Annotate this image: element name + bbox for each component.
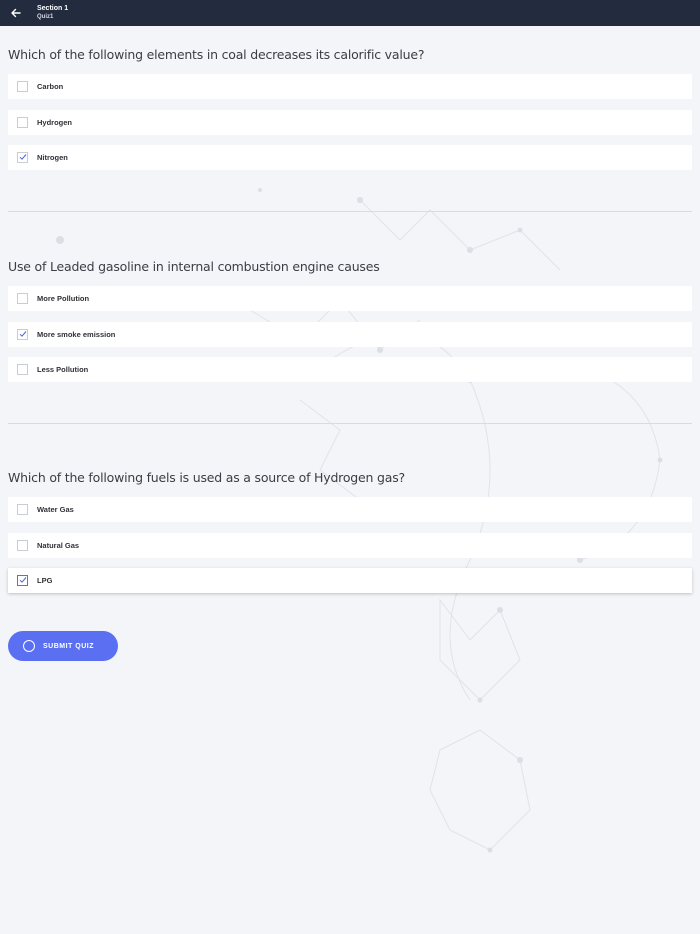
checkbox[interactable] [17, 293, 28, 304]
option-water-gas[interactable]: Water Gas [8, 497, 692, 522]
option-more-smoke-emission[interactable]: More smoke emission [8, 321, 692, 347]
checkbox[interactable] [17, 116, 28, 128]
option-hydrogen[interactable]: Hydrogen [8, 109, 692, 135]
back-button[interactable] [2, 0, 30, 26]
checkmark-icon [19, 577, 27, 583]
checkbox[interactable] [17, 364, 28, 375]
option-label: More smoke emission [37, 329, 116, 339]
option-label: More Pollution [37, 294, 90, 303]
question-text: Which of the following elements in coal … [8, 47, 425, 62]
option-list: More Pollution More smoke emission Less … [8, 286, 692, 382]
option-label: Natural Gas [37, 540, 80, 550]
checkbox-checked[interactable] [17, 152, 28, 163]
option-list: Water Gas Natural Gas LPG [8, 497, 692, 593]
checkbox-checked[interactable] [17, 575, 28, 586]
option-less-pollution[interactable]: Less Pollution [8, 357, 692, 382]
checkbox[interactable] [17, 81, 28, 92]
section-title: Section 1 [37, 5, 69, 12]
option-label: Hydrogen [37, 117, 73, 127]
option-nitrogen[interactable]: Nitrogen [8, 145, 692, 170]
circle-icon [23, 640, 35, 652]
question-text: Use of Leaded gasoline in internal combu… [8, 259, 380, 274]
option-list: Carbon Hydrogen Nitrogen [8, 74, 692, 170]
question-text: Which of the following fuels is used as … [8, 470, 405, 485]
question-2: Use of Leaded gasoline in internal combu… [8, 256, 692, 393]
checkbox[interactable] [17, 539, 28, 551]
app-header: Section 1 Quiz1 [0, 0, 700, 26]
divider [8, 423, 692, 424]
option-lpg[interactable]: LPG [8, 568, 692, 593]
option-more-pollution[interactable]: More Pollution [8, 286, 692, 311]
header-titles: Section 1 Quiz1 [37, 5, 68, 21]
option-label: Water Gas [37, 505, 74, 514]
submit-quiz-label: SUBMIT QUIZ [43, 642, 94, 650]
question-1: Which of the following elements in coal … [8, 44, 692, 181]
checkbox[interactable] [17, 504, 28, 515]
checkbox-checked[interactable] [17, 328, 28, 340]
checkmark-icon [19, 330, 27, 337]
checkmark-icon [19, 154, 27, 160]
option-label: Carbon [37, 82, 64, 91]
option-natural-gas[interactable]: Natural Gas [8, 532, 692, 558]
question-3: Which of the following fuels is used as … [8, 467, 692, 604]
quiz-title: Quiz1 [37, 14, 54, 20]
option-label: LPG [37, 576, 53, 585]
arrow-left-icon [11, 8, 21, 18]
option-label: Less Pollution [37, 365, 89, 374]
submit-quiz-button[interactable]: SUBMIT QUIZ [8, 631, 118, 661]
option-carbon[interactable]: Carbon [8, 74, 692, 99]
divider [8, 211, 692, 212]
option-label: Nitrogen [37, 153, 68, 162]
